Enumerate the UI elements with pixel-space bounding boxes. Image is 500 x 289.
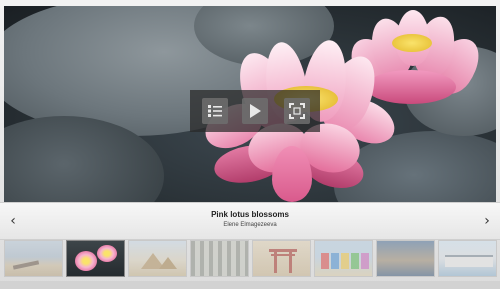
thumbnail-pyramids[interactable]: [128, 240, 187, 277]
caption-bar: ‹ Pink lotus blossoms Elene Elmagezeeva …: [0, 202, 500, 240]
thumbnail-modern-building[interactable]: [438, 240, 497, 277]
slide-author: Elene Elmagezeeva: [223, 222, 277, 228]
fullscreen-icon: [289, 103, 305, 119]
slideshow-controls: [190, 90, 320, 132]
thumbnail-bamboo[interactable]: [190, 240, 249, 277]
slide-title: Pink lotus blossoms: [211, 210, 289, 219]
thumbnail-beach-huts[interactable]: [314, 240, 373, 277]
play-button[interactable]: [242, 98, 268, 124]
list-icon: [208, 105, 222, 117]
next-button[interactable]: ›: [480, 212, 494, 230]
fullscreen-button[interactable]: [284, 98, 310, 124]
thumbnail-beach-boats[interactable]: [4, 240, 63, 277]
thumbnail-river-city[interactable]: [376, 240, 435, 277]
image-gallery: ‹ Pink lotus blossoms Elene Elmagezeeva …: [0, 0, 500, 289]
thumbnail-strip: [4, 240, 497, 278]
footer-bar: [0, 281, 500, 289]
play-icon: [250, 104, 261, 118]
thumbnail-torii-gate[interactable]: [252, 240, 311, 277]
thumbnail-list-button[interactable]: [202, 98, 228, 124]
chevron-right-icon: ›: [484, 213, 490, 229]
main-image[interactable]: [4, 6, 496, 202]
thumbnail-pink-lotus[interactable]: [66, 240, 125, 277]
